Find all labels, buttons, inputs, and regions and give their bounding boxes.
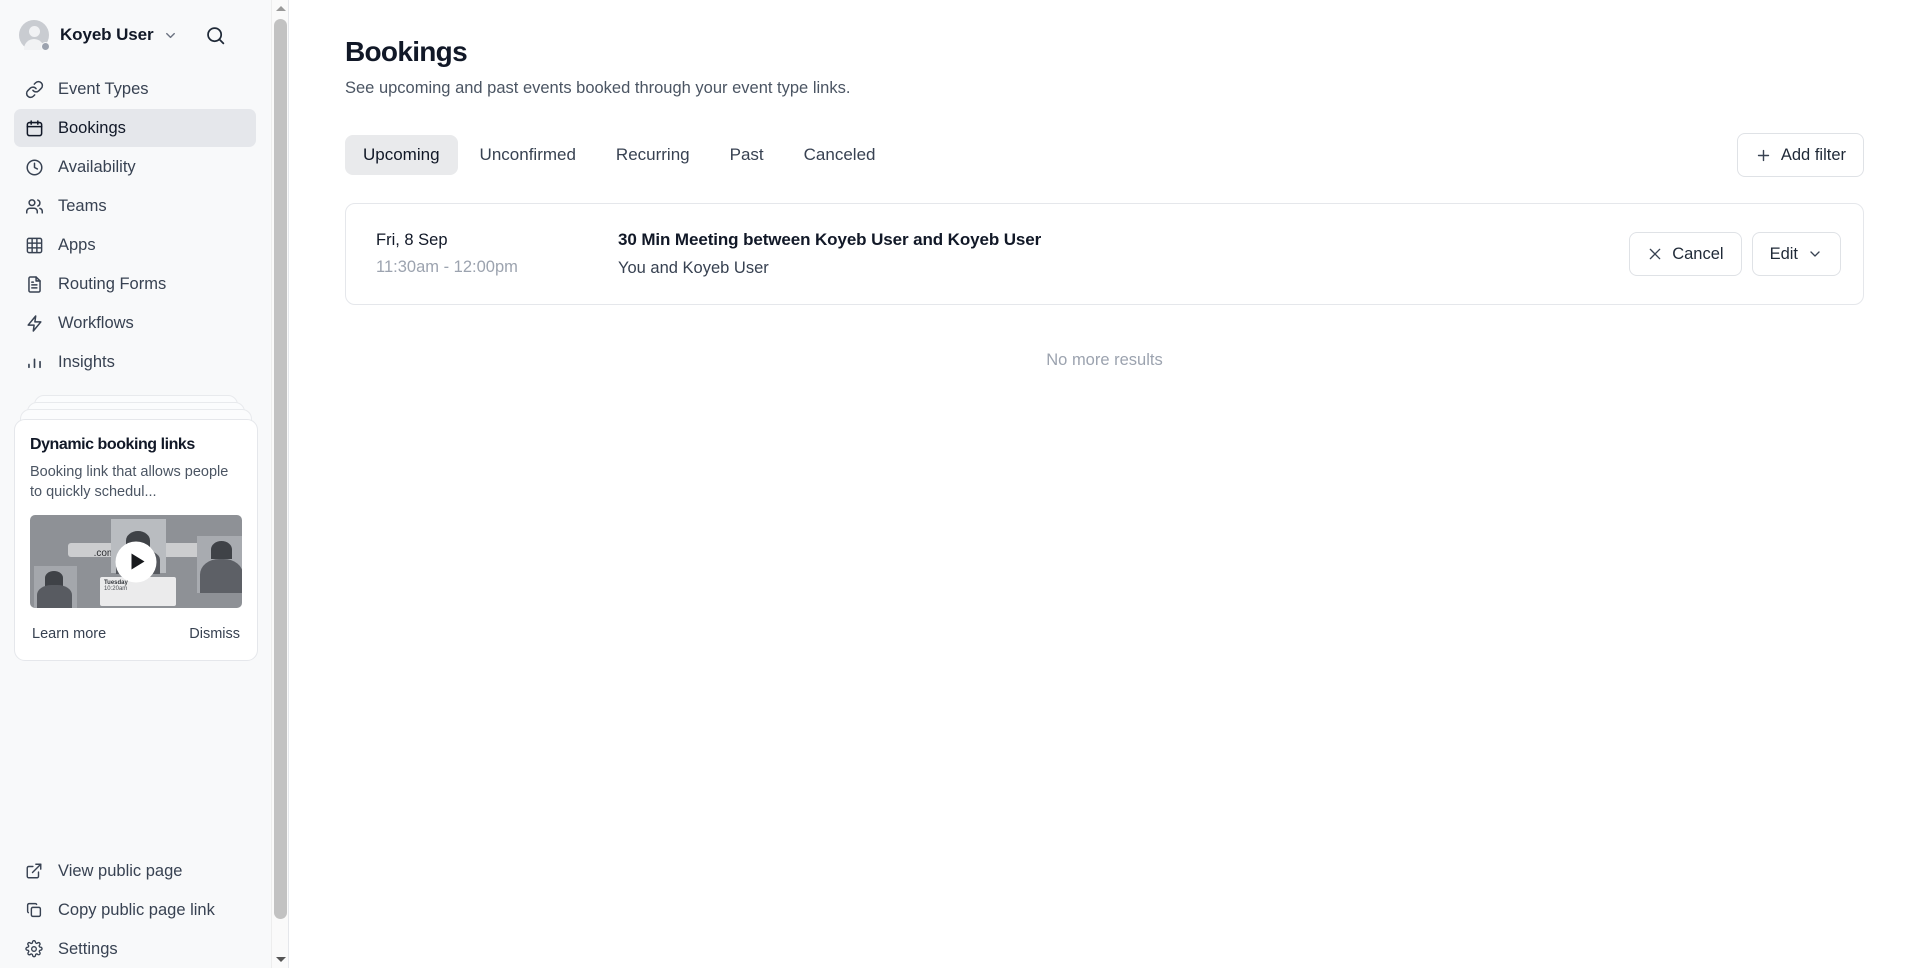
chevron-down-icon[interactable] bbox=[163, 28, 178, 43]
dismiss-link[interactable]: Dismiss bbox=[189, 626, 240, 642]
main-content: Bookings See upcoming and past events bo… bbox=[289, 0, 1920, 968]
copy-icon bbox=[24, 900, 44, 920]
close-icon bbox=[1647, 246, 1663, 262]
scroll-up-arrow-icon[interactable] bbox=[272, 0, 289, 17]
gear-icon bbox=[24, 939, 44, 959]
sidebar-item-label: Availability bbox=[58, 158, 136, 177]
add-filter-label: Add filter bbox=[1781, 146, 1846, 165]
no-more-results-text: No more results bbox=[345, 351, 1864, 370]
sidebar-item-label: Teams bbox=[58, 197, 107, 216]
users-icon bbox=[24, 196, 44, 216]
scrollbar-thumb[interactable] bbox=[274, 19, 287, 919]
chevron-down-icon bbox=[1807, 246, 1823, 262]
promo-card-stack: Routing Forms Recurring Bookings Dynamic… bbox=[14, 419, 258, 661]
edit-label: Edit bbox=[1770, 245, 1798, 264]
thumb-person-tile bbox=[34, 566, 76, 608]
sidebar-item-label: Settings bbox=[58, 940, 118, 959]
sidebar-item-workflows[interactable]: Workflows bbox=[14, 304, 256, 342]
sidebar-item-label: Copy public page link bbox=[58, 901, 215, 920]
promo-actions: Learn more Dismiss bbox=[30, 608, 242, 660]
primary-nav: Event Types Bookings Availability bbox=[14, 70, 256, 381]
sidebar-item-routing-forms[interactable]: Routing Forms bbox=[14, 265, 256, 303]
tab-upcoming[interactable]: Upcoming bbox=[345, 135, 458, 175]
tab-canceled[interactable]: Canceled bbox=[786, 135, 894, 175]
avatar-status-dot bbox=[41, 42, 50, 51]
sidebar-item-event-types[interactable]: Event Types bbox=[14, 70, 256, 108]
play-icon[interactable] bbox=[116, 541, 157, 582]
bolt-icon bbox=[24, 313, 44, 333]
page-subtitle: See upcoming and past events booked thro… bbox=[345, 79, 1864, 98]
thumb-card-time: 10:20am bbox=[104, 586, 172, 592]
sidebar-item-availability[interactable]: Availability bbox=[14, 148, 256, 186]
sidebar-item-label: Workflows bbox=[58, 314, 134, 333]
sidebar-scrollbar[interactable] bbox=[271, 0, 288, 968]
sidebar-item-label: View public page bbox=[58, 862, 182, 881]
booking-info: 30 Min Meeting between Koyeb User and Ko… bbox=[618, 230, 1629, 278]
calendar-icon bbox=[24, 118, 44, 138]
sidebar-item-view-public-page[interactable]: View public page bbox=[14, 852, 256, 890]
sidebar-item-teams[interactable]: Teams bbox=[14, 187, 256, 225]
promo-card: Dynamic booking links Booking link that … bbox=[14, 419, 258, 661]
sidebar-item-settings[interactable]: Settings bbox=[14, 930, 256, 968]
booking-list: Fri, 8 Sep 11:30am - 12:00pm 30 Min Meet… bbox=[345, 203, 1864, 370]
link-icon bbox=[24, 79, 44, 99]
sidebar-item-bookings[interactable]: Bookings bbox=[14, 109, 256, 147]
booking-tabs: Upcoming Unconfirmed Recurring Past Canc… bbox=[345, 135, 893, 175]
sidebar: Koyeb User Event Types bbox=[0, 0, 289, 968]
page-title: Bookings bbox=[345, 36, 1864, 68]
sidebar-item-label: Apps bbox=[58, 236, 96, 255]
clock-icon bbox=[24, 157, 44, 177]
scroll-down-arrow-icon[interactable] bbox=[272, 951, 289, 968]
sidebar-item-label: Routing Forms bbox=[58, 275, 166, 294]
booking-time: 11:30am - 12:00pm bbox=[376, 258, 618, 277]
booking-when: Fri, 8 Sep 11:30am - 12:00pm bbox=[368, 231, 618, 277]
cancel-button[interactable]: Cancel bbox=[1629, 232, 1741, 276]
tabs-row: Upcoming Unconfirmed Recurring Past Canc… bbox=[345, 133, 1864, 177]
sidebar-item-label: Bookings bbox=[58, 119, 126, 138]
add-filter-button[interactable]: Add filter bbox=[1737, 133, 1864, 177]
user-menu[interactable]: Koyeb User bbox=[14, 14, 256, 56]
grid-icon bbox=[24, 235, 44, 255]
booking-attendees: You and Koyeb User bbox=[618, 259, 1629, 278]
tab-recurring[interactable]: Recurring bbox=[598, 135, 708, 175]
sidebar-item-label: Event Types bbox=[58, 80, 149, 99]
promo-title: Dynamic booking links bbox=[30, 436, 242, 454]
plus-icon bbox=[1755, 147, 1772, 164]
learn-more-link[interactable]: Learn more bbox=[32, 626, 106, 642]
sidebar-item-apps[interactable]: Apps bbox=[14, 226, 256, 264]
edit-button[interactable]: Edit bbox=[1752, 232, 1841, 276]
sidebar-item-copy-public-page-link[interactable]: Copy public page link bbox=[14, 891, 256, 929]
tab-past[interactable]: Past bbox=[712, 135, 782, 175]
booking-actions: Cancel Edit bbox=[1629, 232, 1841, 276]
sidebar-item-insights[interactable]: Insights bbox=[14, 343, 256, 381]
document-icon bbox=[24, 274, 44, 294]
thumb-person-tile bbox=[197, 536, 242, 594]
tab-unconfirmed[interactable]: Unconfirmed bbox=[462, 135, 594, 175]
avatar[interactable] bbox=[19, 20, 49, 50]
cancel-label: Cancel bbox=[1672, 245, 1723, 264]
user-name: Koyeb User bbox=[60, 25, 153, 45]
sidebar-item-label: Insights bbox=[58, 353, 115, 372]
booking-date: Fri, 8 Sep bbox=[376, 231, 618, 250]
promo-video-thumbnail[interactable]: .com bbox=[30, 515, 242, 608]
external-link-icon bbox=[24, 861, 44, 881]
booking-title: 30 Min Meeting between Koyeb User and Ko… bbox=[618, 230, 1629, 250]
table-row[interactable]: Fri, 8 Sep 11:30am - 12:00pm 30 Min Meet… bbox=[345, 203, 1864, 305]
sidebar-bottom-nav: View public page Copy public page link S… bbox=[14, 852, 256, 968]
app-root: Koyeb User Event Types bbox=[0, 0, 1920, 968]
search-icon[interactable] bbox=[202, 22, 228, 48]
bar-chart-icon bbox=[24, 352, 44, 372]
promo-description: Booking link that allows people to quick… bbox=[30, 463, 242, 502]
